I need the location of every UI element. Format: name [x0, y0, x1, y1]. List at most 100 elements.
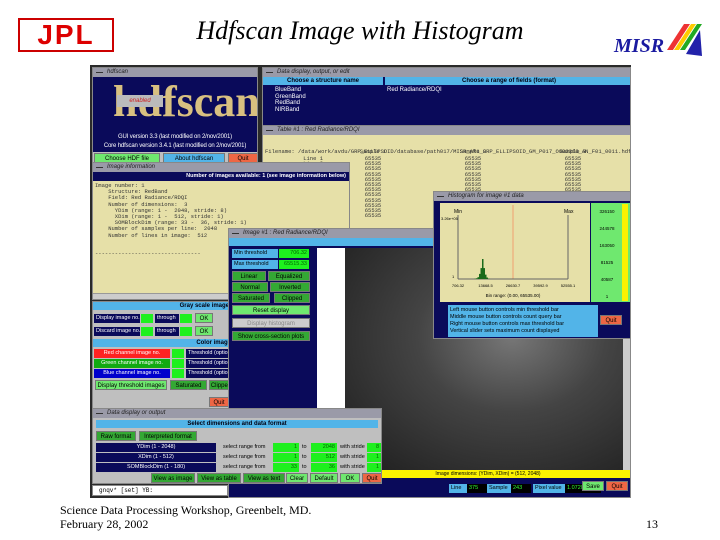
view-image-checkbox[interactable]: View as image: [151, 473, 195, 483]
stride-input[interactable]: 1: [367, 463, 381, 472]
display-to-input[interactable]: [180, 314, 192, 323]
range-from-input[interactable]: 1: [273, 453, 299, 462]
range-from-input[interactable]: 1: [273, 443, 299, 452]
normal-toggle[interactable]: Normal: [232, 282, 268, 292]
with-stride-label: with stride: [340, 444, 365, 450]
window-title: hdfscan: [93, 68, 257, 77]
histogram-bar: [485, 274, 487, 279]
pixel-value-label: Pixel value: [533, 484, 565, 493]
count-scale-label: 1: [605, 294, 609, 299]
controls-panel: Gray scale image Display image no. throu…: [92, 301, 232, 409]
output-quit-button[interactable]: Quit: [362, 473, 381, 483]
to-label: to: [302, 454, 307, 460]
page-number: 13: [646, 517, 658, 531]
range-to-input[interactable]: 512: [311, 453, 337, 462]
max-threshold-input[interactable]: 65515.33: [279, 260, 309, 269]
through-label: through: [155, 327, 179, 336]
stride-input[interactable]: 1: [367, 453, 381, 462]
count-scale-label: 81525: [600, 260, 614, 265]
blue-channel-label: Blue channel image no.: [94, 369, 170, 378]
cross-section-checkbox[interactable]: Show cross-section plots: [232, 331, 310, 341]
red-channel-input[interactable]: [172, 349, 184, 358]
line-value: 375: [467, 484, 487, 493]
dimension-label: SOMBlockDim (1 - 180): [96, 463, 216, 472]
with-stride-label: with stride: [340, 454, 365, 460]
green-channel-input[interactable]: [172, 359, 184, 368]
raw-format-toggle[interactable]: Raw format: [96, 431, 136, 441]
default-button[interactable]: Default: [310, 473, 338, 483]
blue-channel-input[interactable]: [172, 369, 184, 378]
count-scale-label: 40587: [600, 277, 614, 282]
discard-to-input[interactable]: [180, 327, 192, 336]
select-range-label: select range from: [223, 444, 266, 450]
count-scale: 326150 244578 163050 81525 40587 1: [591, 203, 630, 302]
linear-toggle[interactable]: Linear: [232, 271, 266, 281]
line-label: Line: [449, 484, 467, 493]
view-text-checkbox[interactable]: View as text: [243, 473, 285, 483]
view-table-checkbox[interactable]: View as table: [197, 473, 241, 483]
gui-version: GUI version 3.3 (last modified on 2/nov/…: [118, 134, 232, 140]
hdfscan-window: hdfscan hdfscan enabled GUI version 3.3 …: [92, 67, 258, 163]
jpl-logo: JPL: [18, 18, 114, 52]
x-tick-label: 26630.7: [506, 283, 521, 288]
x-tick-label: 39592.9: [533, 283, 548, 288]
field-item[interactable]: Red Radiance/RDQI: [387, 87, 442, 93]
discard-from-input[interactable]: [141, 327, 153, 336]
stride-input[interactable]: 8: [367, 443, 381, 452]
interpreted-format-toggle[interactable]: Interpreted format: [139, 431, 197, 441]
display-histogram-button[interactable]: Display histogram: [232, 318, 310, 328]
max-count-slider[interactable]: [622, 204, 628, 301]
range-to-input[interactable]: 36: [311, 463, 337, 472]
reset-display-button[interactable]: Reset display: [232, 305, 310, 315]
equalized-toggle[interactable]: Equalized: [268, 271, 310, 281]
min-threshold-input[interactable]: 706.32: [279, 249, 309, 258]
field-header: Choose a range of fields (format): [385, 77, 630, 85]
range-from-input[interactable]: 33: [273, 463, 299, 472]
histogram-window: Histogram for image #1 data Min Max 3.26e+…: [433, 191, 631, 339]
structure-header: Choose a structure name: [263, 77, 383, 85]
saturated-toggle[interactable]: Saturated: [170, 380, 207, 390]
select-range-label: select range from: [223, 464, 266, 470]
display-from-input[interactable]: [141, 314, 153, 323]
histogram-quit-button[interactable]: Quit: [600, 315, 622, 325]
clipped-toggle[interactable]: Clipped: [274, 293, 310, 303]
y-min-label: 1: [452, 274, 455, 279]
display-ok-button[interactable]: OK: [195, 313, 213, 323]
discard-ok-button[interactable]: OK: [195, 326, 213, 336]
green-threshold-label: Threshold (optional): [186, 359, 231, 368]
histogram-plot[interactable]: Min Max 3.26e+05 1 706.32 13668.5 26630.7 39592…: [440, 203, 590, 302]
structure-item[interactable]: NIRBand: [275, 107, 306, 114]
color-header: Color image: [93, 339, 231, 347]
data-display-window: Data display, output, or edit Choose a s…: [262, 67, 631, 127]
clear-button[interactable]: Clear: [286, 473, 308, 483]
count-scale-label: 326150: [599, 209, 615, 214]
save-button[interactable]: Save: [582, 481, 604, 491]
output-header: Select dimensions and data format: [96, 420, 378, 428]
max-threshold-label: Max threshold: [232, 260, 278, 269]
window-title: Table #1 : Red Radiance/RDQI: [263, 126, 630, 135]
structure-list[interactable]: BlueBand GreenBand RedBand NIRBand: [275, 87, 306, 113]
logo-badge: enabled: [117, 95, 163, 107]
saturated-toggle[interactable]: Saturated: [232, 293, 270, 303]
y-max-label: 3.26e+05: [441, 216, 459, 221]
with-stride-label: with stride: [340, 464, 365, 470]
image-quit-button[interactable]: Quit: [606, 481, 628, 491]
controls-quit-button[interactable]: Quit: [209, 397, 229, 407]
through-label: through: [155, 314, 179, 323]
x-tick-label: 52555.1: [561, 283, 576, 288]
histogram-bar: [480, 268, 482, 279]
min-threshold-label: Min threshold: [232, 249, 278, 258]
ok-button[interactable]: OK: [340, 473, 360, 483]
histogram-bar: [479, 273, 481, 279]
histogram-bar: [476, 278, 478, 279]
images-available: Number of images available: 1 (see image…: [93, 172, 349, 181]
command-input[interactable]: gnqv* [set] YB:: [92, 485, 228, 496]
range-to-input[interactable]: 2048: [311, 443, 337, 452]
display-threshold-button[interactable]: Display threshold images: [95, 380, 167, 390]
gray-header: Gray scale image: [93, 302, 231, 310]
dimension-label: XDim (1 - 512): [96, 453, 216, 462]
histogram-help: Left mouse button controls min threshold…: [448, 305, 598, 337]
window-title: Data display or output: [93, 409, 381, 418]
count-scale-label: 244578: [599, 226, 615, 231]
inverted-toggle[interactable]: Inverted: [270, 282, 310, 292]
